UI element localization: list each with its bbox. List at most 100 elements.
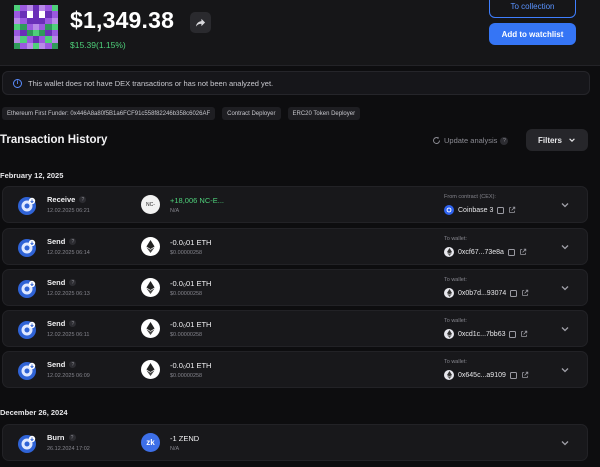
transaction-row[interactable]: Send? 12.02.2025 06:11 -0.0₀01 ETH $0.00000… xyxy=(2,310,588,347)
counterparty: 0xcf67...73e8a xyxy=(444,247,527,257)
wallet-tags: Ethereum First Funder: 0x446A8a80f5B1a6F… xyxy=(2,107,361,120)
transaction-type-label: Burn xyxy=(47,433,65,442)
token-label: zk xyxy=(146,438,155,447)
transaction-time: 12.02.2025 06:09 xyxy=(47,373,90,379)
help-icon[interactable]: ? xyxy=(69,361,77,368)
transaction-time: 12.02.2025 06:21 xyxy=(47,208,90,214)
transaction-type-icon xyxy=(18,435,36,453)
ethereum-icon xyxy=(141,319,160,338)
chevron-down-icon[interactable] xyxy=(560,324,570,334)
wallet-header: $1,349.38 $15.39(1.15%) To collection Ad… xyxy=(0,0,600,66)
help-icon[interactable]: ? xyxy=(69,238,77,245)
share-button[interactable] xyxy=(190,12,211,33)
external-link-icon[interactable] xyxy=(508,206,516,214)
zend-token-icon: zk xyxy=(141,433,160,452)
token-icon: NC- xyxy=(141,195,160,214)
counterparty-address[interactable]: 0xcd1c...7bb63 xyxy=(458,331,505,338)
transaction-amount: -0.0₀01 ETH xyxy=(170,279,212,288)
transaction-type-label: Send xyxy=(47,278,66,287)
date-header: February 12, 2025 xyxy=(0,171,64,180)
transaction-row[interactable]: Send? 12.02.2025 06:13 -0.0₀01 ETH $0.00000… xyxy=(2,269,588,306)
counterparty-address[interactable]: 0x645c...a9109 xyxy=(458,372,506,379)
counterparty-label: To wallet: xyxy=(444,277,467,283)
ethereum-icon xyxy=(141,360,160,379)
counterparty: Coinbase 3 xyxy=(444,205,516,215)
copy-icon[interactable] xyxy=(509,330,517,338)
counterparty-label: To wallet: xyxy=(444,359,467,365)
external-link-icon[interactable] xyxy=(521,371,529,379)
dex-notice: i This wallet does not have DEX transact… xyxy=(2,71,590,95)
transaction-type: Receive? xyxy=(47,195,87,204)
filters-button[interactable]: Filters xyxy=(526,129,588,151)
transaction-type-label: Send xyxy=(47,360,66,369)
transaction-type: Send? xyxy=(47,360,77,369)
counterparty: 0xcd1c...7bb63 xyxy=(444,329,528,339)
transaction-usd-value: $0.00000258 xyxy=(170,250,203,256)
transaction-type-icon xyxy=(18,197,36,215)
transaction-amount: +18,006 NC-E... xyxy=(170,196,224,205)
to-collection-button[interactable]: To collection xyxy=(489,0,576,18)
help-icon[interactable]: ? xyxy=(69,279,77,286)
external-link-icon[interactable] xyxy=(521,289,529,297)
add-to-watchlist-button[interactable]: Add to watchlist xyxy=(489,23,576,45)
chevron-down-icon xyxy=(569,138,575,142)
counterparty-address[interactable]: 0x0b7d...93074 xyxy=(458,290,506,297)
ethereum-icon xyxy=(141,237,160,256)
counterparty-label: From contract (CEX): xyxy=(444,194,496,200)
update-analysis-label: Update analysis xyxy=(444,136,498,145)
transaction-usd-value: $0.00000258 xyxy=(170,373,203,379)
counterparty-address[interactable]: 0xcf67...73e8a xyxy=(458,249,504,256)
chevron-down-icon[interactable] xyxy=(560,438,570,448)
copy-icon[interactable] xyxy=(497,206,505,214)
help-icon[interactable]: ? xyxy=(79,196,87,203)
tag-first-funder[interactable]: Ethereum First Funder: 0x446A8a80f5B1a6F… xyxy=(2,107,216,120)
copy-icon[interactable] xyxy=(510,289,518,297)
date-header: December 26, 2024 xyxy=(0,408,68,417)
help-icon[interactable]: ? xyxy=(500,136,509,145)
help-icon[interactable]: ? xyxy=(68,434,76,441)
tag-erc20-deployer[interactable]: ERC20 Token Deployer xyxy=(287,107,361,120)
transaction-row[interactable]: Send? 12.02.2025 06:14 -0.0₀01 ETH $0.00000… xyxy=(2,228,588,265)
transaction-type: Send? xyxy=(47,237,77,246)
balance-change: $15.39(1.15%) xyxy=(70,40,126,50)
transaction-type: Send? xyxy=(47,278,77,287)
help-icon[interactable]: ? xyxy=(69,320,77,327)
info-icon: i xyxy=(13,78,22,88)
tag-contract-deployer[interactable]: Contract Deployer xyxy=(222,107,281,120)
transaction-time: 12.02.2025 06:14 xyxy=(47,250,90,256)
transaction-row[interactable]: Send? 12.02.2025 06:09 -0.0₀01 ETH $0.00000… xyxy=(2,351,588,388)
chevron-down-icon[interactable] xyxy=(560,200,570,210)
update-analysis-button[interactable]: Update analysis ? xyxy=(432,136,509,145)
transaction-usd-value: $0.00000258 xyxy=(170,332,203,338)
filters-label: Filters xyxy=(537,135,562,145)
transaction-type-icon xyxy=(18,321,36,339)
ethereum-icon xyxy=(444,247,454,257)
token-label: NC- xyxy=(146,201,155,208)
ethereum-icon xyxy=(444,370,454,380)
wallet-balance: $1,349.38 xyxy=(70,7,175,33)
chevron-down-icon[interactable] xyxy=(560,242,570,252)
copy-icon[interactable] xyxy=(507,248,515,256)
transaction-usd-value: N/A xyxy=(170,446,180,452)
transaction-row[interactable]: Burn? 26.12.2024 17:02 zk -1 ZEND N/A xyxy=(2,424,588,461)
transaction-type-icon xyxy=(18,280,36,298)
ethereum-icon xyxy=(141,278,160,297)
transaction-usd-value: $0.00000258 xyxy=(170,291,203,297)
counterparty-address[interactable]: Coinbase 3 xyxy=(458,207,493,214)
ethereum-icon xyxy=(444,329,454,339)
wallet-avatar xyxy=(14,5,58,49)
transaction-amount: -0.0₀01 ETH xyxy=(170,361,212,370)
chevron-down-icon[interactable] xyxy=(560,283,570,293)
ethereum-icon xyxy=(444,288,454,298)
external-link-icon[interactable] xyxy=(519,248,527,256)
transaction-time: 26.12.2024 17:02 xyxy=(47,446,90,452)
transaction-row[interactable]: Receive? 12.02.2025 06:21 NC- +18,006 NC-E.… xyxy=(2,186,588,223)
transaction-type-icon xyxy=(18,362,36,380)
transaction-type-icon xyxy=(18,239,36,257)
copy-icon[interactable] xyxy=(509,371,517,379)
transaction-time: 12.02.2025 06:11 xyxy=(47,332,90,338)
transaction-amount: -0.0₀01 ETH xyxy=(170,320,212,329)
external-link-icon[interactable] xyxy=(520,330,528,338)
chevron-down-icon[interactable] xyxy=(560,365,570,375)
transaction-type-label: Send xyxy=(47,319,66,328)
